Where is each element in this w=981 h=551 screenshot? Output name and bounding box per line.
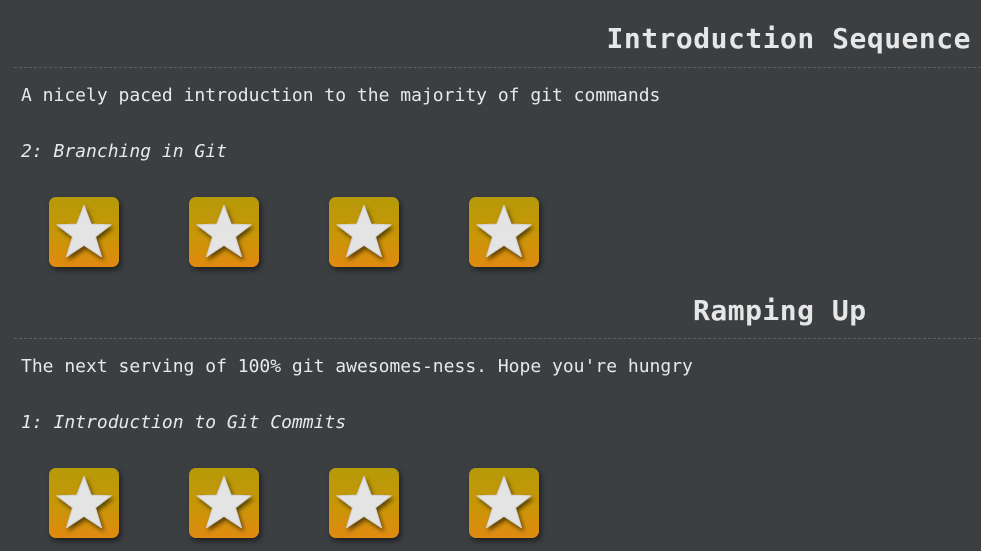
star-icon (476, 476, 532, 529)
level-select-page: Introduction Sequence A nicely paced int… (0, 0, 981, 551)
star-icon (476, 205, 532, 258)
star-row-intro (49, 197, 539, 269)
level-star-button[interactable] (49, 197, 119, 267)
section-title-intro: Introduction Sequence (606, 22, 971, 55)
section-divider (14, 338, 981, 339)
section-description-intro: A nicely paced introduction to the major… (21, 85, 661, 106)
section-title-ramping-up: Ramping Up (693, 294, 867, 327)
level-star-button[interactable] (189, 468, 259, 538)
level-name-intro: 2: Branching in Git (21, 141, 227, 162)
star-icon (336, 476, 392, 529)
star-row-ramping-up (49, 468, 539, 540)
star-icon (196, 205, 252, 258)
section-divider (14, 67, 981, 68)
star-icon (56, 205, 112, 258)
level-star-button[interactable] (469, 468, 539, 538)
level-star-button[interactable] (49, 468, 119, 538)
star-icon (196, 476, 252, 529)
star-icon (336, 205, 392, 258)
level-star-button[interactable] (329, 197, 399, 267)
level-star-button[interactable] (329, 468, 399, 538)
level-star-button[interactable] (469, 197, 539, 267)
level-name-ramping-up: 1: Introduction to Git Commits (21, 412, 347, 433)
star-icon (56, 476, 112, 529)
section-description-ramping-up: The next serving of 100% git awesomes-ne… (21, 356, 693, 377)
level-star-button[interactable] (189, 197, 259, 267)
